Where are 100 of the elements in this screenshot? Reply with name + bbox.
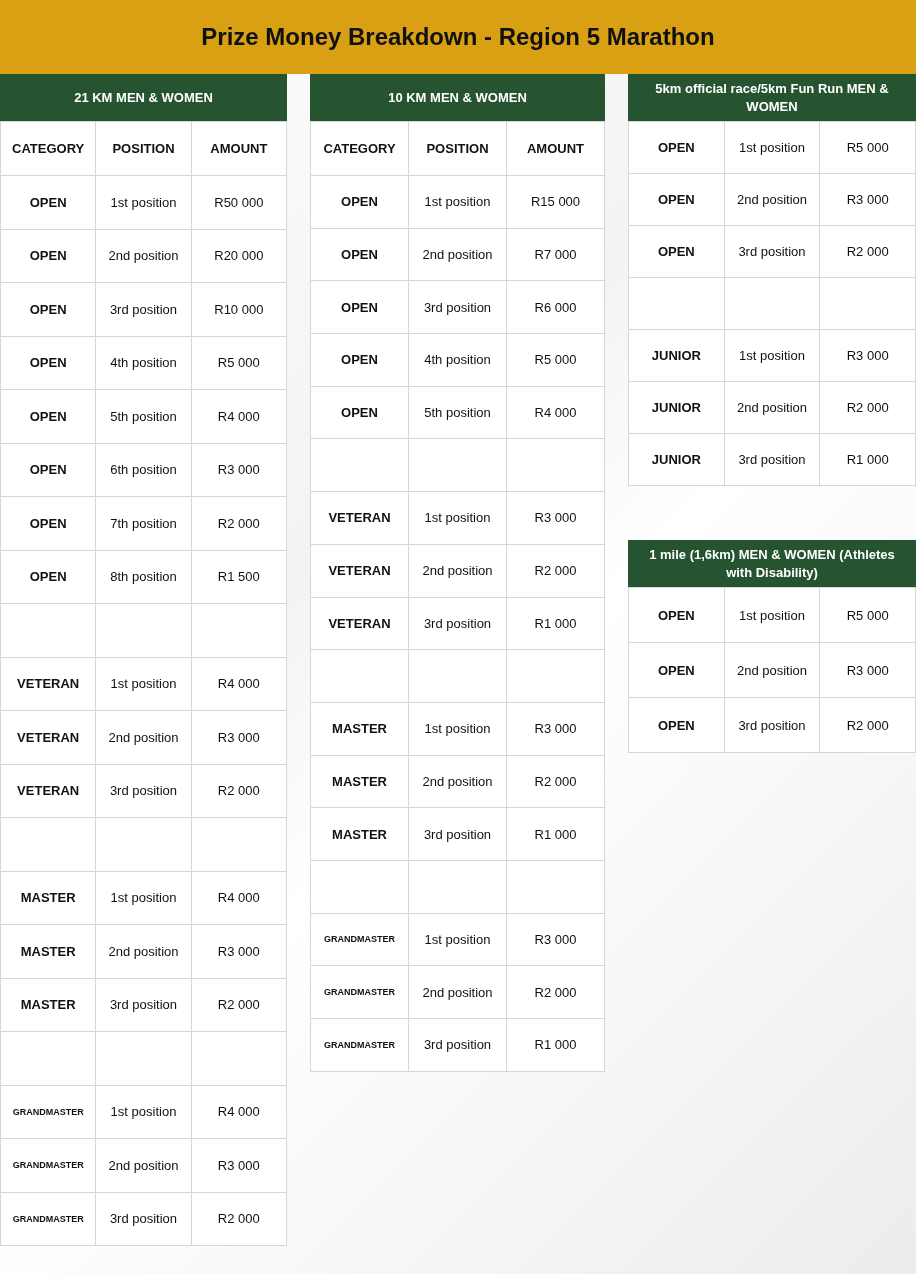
amount-cell: R4 000 <box>191 657 287 711</box>
category-cell: OPEN <box>0 336 96 390</box>
table-title: 21 KM MEN & WOMEN <box>0 74 287 121</box>
position-cell: 7th position <box>95 496 192 550</box>
category-cell: JUNIOR <box>628 381 725 434</box>
position-cell: 1st position <box>408 175 507 229</box>
position-cell: 6th position <box>95 443 192 497</box>
position-cell: 3rd position <box>95 282 192 336</box>
position-cell: 2nd position <box>724 642 820 698</box>
category-cell: OPEN <box>310 228 409 281</box>
amount-cell: R3 000 <box>506 491 605 545</box>
position-cell: 1st position <box>408 702 507 756</box>
page-title: Prize Money Breakdown - Region 5 Marathon <box>0 0 916 74</box>
position-cell: 3rd position <box>724 225 820 278</box>
position-cell: 1st position <box>95 1085 192 1139</box>
position-cell: 4th position <box>408 333 507 387</box>
position-cell: 3rd position <box>724 697 820 753</box>
category-cell: OPEN <box>0 229 96 283</box>
category-cell: JUNIOR <box>628 329 725 382</box>
position-cell: 2nd position <box>408 544 507 597</box>
position-cell: 2nd position <box>724 173 820 226</box>
category-cell: OPEN <box>0 175 96 229</box>
column-header: CATEGORY <box>0 121 96 176</box>
amount-cell: R3 000 <box>191 1138 287 1192</box>
category-cell: OPEN <box>628 121 725 174</box>
amount-cell: R4 000 <box>191 871 287 925</box>
amount-cell: R3 000 <box>819 173 916 226</box>
amount-cell: R6 000 <box>506 280 605 334</box>
position-cell: 2nd position <box>95 1138 192 1192</box>
amount-cell: R5 000 <box>191 336 287 390</box>
amount-cell: R2 000 <box>191 978 287 1032</box>
category-cell: OPEN <box>0 550 96 604</box>
amount-cell: R50 000 <box>191 175 287 229</box>
position-cell: 1st position <box>724 587 820 643</box>
position-cell: 2nd position <box>95 924 192 978</box>
amount-cell: R2 000 <box>506 965 605 1019</box>
position-cell: 1st position <box>724 121 820 174</box>
table-title: 10 KM MEN & WOMEN <box>310 74 605 121</box>
amount-cell: R5 000 <box>819 587 916 643</box>
category-cell: VETERAN <box>0 657 96 711</box>
amount-cell: R2 000 <box>819 697 916 753</box>
position-cell: 2nd position <box>408 755 507 808</box>
position-cell: 3rd position <box>408 1018 507 1072</box>
position-cell: 3rd position <box>408 807 507 861</box>
position-cell: 1st position <box>408 913 507 966</box>
category-cell: MASTER <box>0 978 96 1032</box>
amount-cell: R2 000 <box>191 1192 287 1246</box>
position-cell: 1st position <box>724 329 820 382</box>
category-cell: MASTER <box>0 871 96 925</box>
position-cell: 3rd position <box>408 597 507 650</box>
position-cell: 1st position <box>95 657 192 711</box>
position-cell: 3rd position <box>95 1192 192 1246</box>
amount-cell: R2 000 <box>819 381 916 434</box>
amount-cell: R4 000 <box>191 1085 287 1139</box>
category-cell: GRANDMASTER <box>0 1085 96 1139</box>
amount-cell: R15 000 <box>506 175 605 229</box>
amount-cell: R5 000 <box>506 333 605 387</box>
amount-cell: R3 000 <box>819 329 916 382</box>
position-cell: 3rd position <box>724 433 820 486</box>
amount-cell: R4 000 <box>191 389 287 443</box>
category-cell: MASTER <box>310 755 409 808</box>
position-cell: 1st position <box>95 175 192 229</box>
amount-cell: R20 000 <box>191 229 287 283</box>
category-cell: GRANDMASTER <box>0 1192 96 1246</box>
column-header: POSITION <box>408 121 507 176</box>
amount-cell: R2 000 <box>191 496 287 550</box>
position-cell: 8th position <box>95 550 192 604</box>
category-cell: GRANDMASTER <box>310 913 409 966</box>
amount-cell: R3 000 <box>191 710 287 764</box>
amount-cell: R2 000 <box>506 755 605 808</box>
category-cell: MASTER <box>310 702 409 756</box>
position-cell: 2nd position <box>408 965 507 1019</box>
category-cell: OPEN <box>0 496 96 550</box>
position-cell: 2nd position <box>95 710 192 764</box>
column-header: AMOUNT <box>506 121 605 176</box>
category-cell: OPEN <box>0 443 96 497</box>
category-cell: VETERAN <box>310 597 409 650</box>
position-cell: 5th position <box>95 389 192 443</box>
position-cell: 3rd position <box>95 978 192 1032</box>
amount-cell: R1 000 <box>506 597 605 650</box>
column-header: CATEGORY <box>310 121 409 176</box>
amount-cell: R3 000 <box>506 702 605 756</box>
category-cell: OPEN <box>628 225 725 278</box>
position-cell: 3rd position <box>95 764 192 818</box>
category-cell: GRANDMASTER <box>310 965 409 1019</box>
position-cell: 5th position <box>408 386 507 439</box>
amount-cell: R3 000 <box>191 924 287 978</box>
amount-cell: R1 000 <box>506 807 605 861</box>
amount-cell: R1 000 <box>506 1018 605 1072</box>
category-cell: MASTER <box>310 807 409 861</box>
category-cell: JUNIOR <box>628 433 725 486</box>
amount-cell: R1 500 <box>191 550 287 604</box>
amount-cell: R4 000 <box>506 386 605 439</box>
position-cell: 3rd position <box>408 280 507 334</box>
category-cell: OPEN <box>310 386 409 439</box>
amount-cell: R2 000 <box>506 544 605 597</box>
position-cell: 1st position <box>95 871 192 925</box>
category-cell: OPEN <box>310 175 409 229</box>
column-header: POSITION <box>95 121 192 176</box>
category-cell: VETERAN <box>310 491 409 545</box>
